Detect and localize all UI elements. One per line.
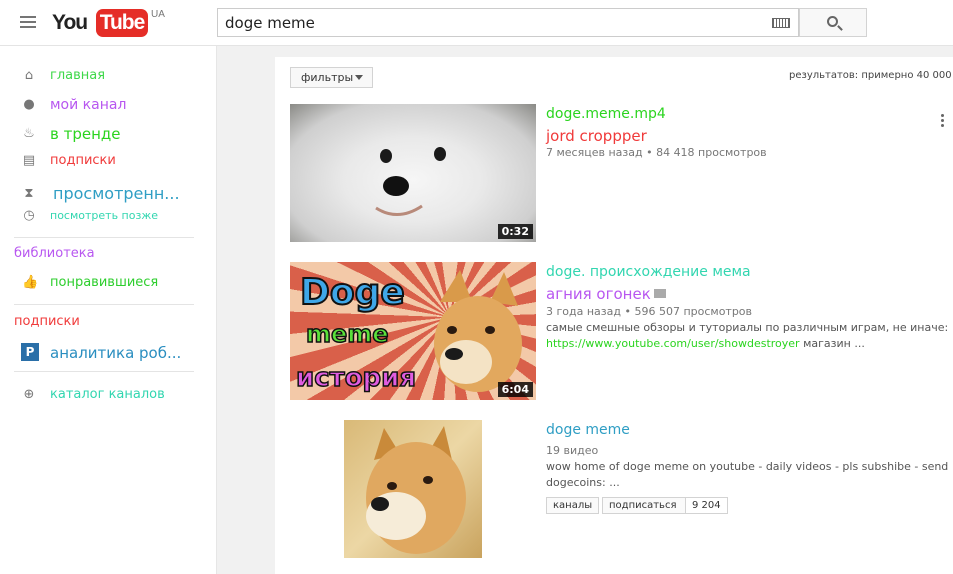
header: You Tube UA: [0, 0, 953, 46]
doge-illustration: Doge meme история: [295, 270, 522, 394]
thumbs-up-icon: 👍: [22, 275, 39, 290]
sidebar-item-label: подписки: [50, 153, 116, 168]
channels-tag[interactable]: каналы: [546, 497, 600, 514]
video-thumbnail[interactable]: Doge meme история 6:04: [290, 262, 536, 400]
sidebar-item-label: аналитика роб...: [50, 344, 182, 362]
video-channel[interactable]: агния огонек: [546, 285, 651, 303]
sidebar-item-liked[interactable]: 👍 понравившиеся: [0, 272, 217, 296]
video-meta: 3 года назад • 596 507 просмотров: [546, 305, 753, 318]
hourglass-icon: ⧗: [24, 186, 34, 201]
divider: [14, 237, 194, 238]
sidebar-item-watch-later[interactable]: ◷ посмотреть позже: [0, 205, 217, 229]
clock-icon: ◷: [23, 208, 35, 223]
subscriptions-icon: ▤: [22, 153, 36, 168]
sidebar-item-subscriptions[interactable]: ▤ подписки: [0, 150, 217, 174]
video-title[interactable]: doge.meme.mp4: [546, 106, 666, 122]
sidebar-item-label: понравившиеся: [50, 275, 159, 290]
video-duration: 0:32: [497, 224, 533, 239]
filter-button[interactable]: фильтры: [290, 67, 373, 88]
description-line: https://www.youtube.com/user/showdestroy…: [546, 336, 948, 352]
region-label: UA: [151, 9, 165, 20]
sidebar-item-label: каталог каналов: [50, 387, 165, 402]
keyboard-icon[interactable]: [772, 18, 790, 28]
channel-avatar[interactable]: [344, 420, 482, 558]
library-title: библиотека: [14, 246, 95, 261]
search-box: [217, 8, 799, 37]
description-line: самые смешные обзоры и туториалы по разл…: [546, 321, 949, 334]
search-icon: [827, 16, 838, 27]
doge-image: [366, 426, 466, 554]
video-thumbnail[interactable]: 0:32: [290, 104, 536, 242]
sidebar-item-label: в тренде: [50, 125, 121, 143]
subscriber-count: 9 204: [685, 497, 728, 514]
description-line: wow home of doge meme on youtube - daily…: [546, 460, 949, 473]
menu-icon[interactable]: [20, 16, 36, 31]
thumbnail-text-meme: meme: [306, 320, 389, 348]
subscribe-button[interactable]: подписаться: [602, 497, 686, 514]
flame-icon: ♨: [23, 126, 35, 141]
subscriptions-title: подписки: [14, 314, 80, 329]
video-title[interactable]: doge. происхождение мема: [546, 264, 751, 280]
video-description: самые смешные обзоры и туториалы по разл…: [546, 320, 948, 352]
sidebar-item-label: главная: [50, 68, 106, 83]
sidebar-item-label: мой канал: [50, 97, 127, 113]
account-icon: ●: [23, 97, 35, 112]
verified-icon: [653, 289, 666, 298]
sidebar-item-trending[interactable]: ♨ в тренде: [0, 123, 217, 147]
divider: [14, 371, 194, 372]
results-count: результатов: примерно 40 000: [789, 70, 952, 81]
video-meta: 7 месяцев назад • 84 418 просмотров: [546, 146, 767, 159]
video-duration: 6:04: [497, 382, 533, 397]
sidebar-item-channel-catalog[interactable]: ⊕ каталог каналов: [0, 384, 217, 408]
channel-description: wow home of doge meme on youtube - daily…: [546, 459, 948, 491]
chevron-down-icon: [355, 75, 363, 80]
sidebar-item-label: просмотренн...: [53, 184, 180, 203]
home-icon: ⌂: [24, 68, 34, 83]
add-circle-icon: ⊕: [23, 387, 35, 402]
video-channel[interactable]: jord croppper: [546, 127, 647, 145]
description-link[interactable]: https://www.youtube.com/user/showdestroy…: [546, 337, 800, 350]
sidebar: ⌂ главная ● мой канал ♨ в тренде ▤ подпи…: [0, 46, 217, 574]
more-options-icon[interactable]: [941, 114, 944, 129]
thumbnail-text-doge: Doge: [300, 272, 405, 313]
logo-tube: Tube: [96, 9, 148, 37]
sidebar-item-label: посмотреть позже: [50, 209, 158, 222]
filter-label: фильтры: [301, 71, 354, 84]
video-channel-row: агния огонек: [546, 285, 666, 303]
sidebar-item-channel-analytics[interactable]: P аналитика роб...: [0, 340, 217, 366]
thumbnail-text-history: история: [296, 363, 416, 393]
divider: [14, 304, 194, 305]
search-input[interactable]: [218, 9, 768, 36]
channel-video-count: 19 видео: [546, 444, 599, 457]
description-text: магазин ...: [799, 337, 865, 350]
description-line: dogecoins: ...: [546, 476, 620, 489]
sidebar-item-my-channel[interactable]: ● мой канал: [0, 94, 217, 118]
channel-title[interactable]: doge meme: [546, 422, 630, 438]
dog-image: [375, 147, 446, 216]
search-button[interactable]: [799, 8, 867, 37]
logo-you: You: [52, 11, 88, 34]
channel-avatar-icon: P: [21, 343, 39, 361]
results-panel: фильтры результатов: примерно 40 000 0:3…: [275, 57, 953, 574]
sidebar-item-home[interactable]: ⌂ главная: [0, 65, 217, 89]
